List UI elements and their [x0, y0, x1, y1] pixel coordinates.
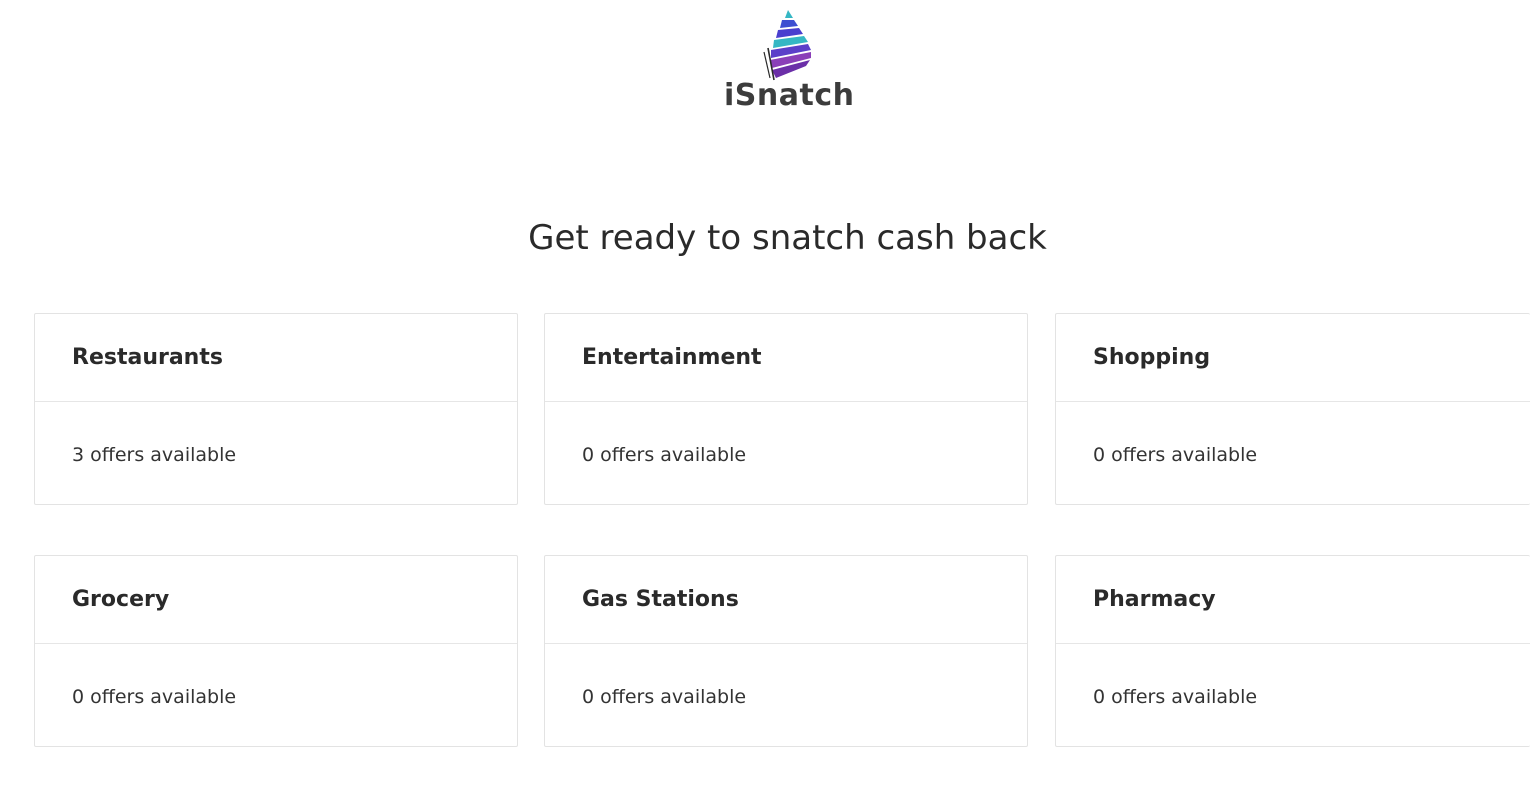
offers-count: 3 offers available — [72, 444, 237, 466]
category-card-entertainment[interactable]: Entertainment 0 offers available — [544, 313, 1028, 505]
offers-count: 0 offers available — [1093, 444, 1258, 466]
card-header: Restaurants — [35, 314, 517, 402]
logo-mark-icon — [763, 10, 811, 81]
category-card-pharmacy[interactable]: Pharmacy 0 offers available — [1055, 555, 1530, 747]
card-title: Entertainment — [582, 345, 762, 370]
card-header: Pharmacy — [1056, 556, 1530, 644]
category-card-shopping[interactable]: Shopping 0 offers available — [1055, 313, 1530, 505]
card-header: Entertainment — [545, 314, 1027, 402]
card-header: Gas Stations — [545, 556, 1027, 644]
offers-count: 0 offers available — [582, 444, 747, 466]
card-title: Shopping — [1093, 345, 1211, 370]
category-card-gas-stations[interactable]: Gas Stations 0 offers available — [544, 555, 1028, 747]
header: iSnatch — [0, 0, 1530, 130]
isnatch-logo[interactable]: iSnatch — [724, 8, 854, 118]
card-title: Restaurants — [72, 345, 223, 370]
category-card-grocery[interactable]: Grocery 0 offers available — [34, 555, 518, 747]
offers-count: 0 offers available — [1093, 686, 1258, 708]
card-title: Pharmacy — [1093, 587, 1216, 612]
card-header: Shopping — [1056, 314, 1530, 402]
card-title: Gas Stations — [582, 587, 739, 612]
category-card-restaurants[interactable]: Restaurants 3 offers available — [34, 313, 518, 505]
card-title: Grocery — [72, 587, 170, 612]
offers-count: 0 offers available — [582, 686, 747, 708]
offers-count: 0 offers available — [72, 686, 237, 708]
card-header: Grocery — [35, 556, 517, 644]
logo-text: iSnatch — [724, 78, 855, 113]
page-title: Get ready to snatch cash back — [528, 218, 1047, 258]
